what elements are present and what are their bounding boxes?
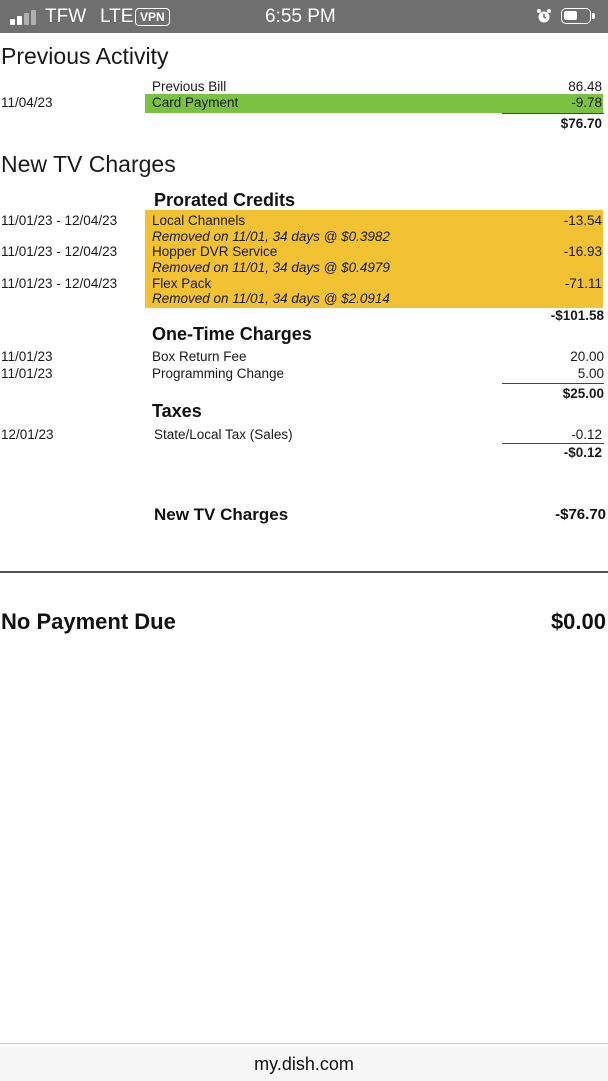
- taxes-heading: Taxes: [152, 401, 202, 421]
- prorated-item-note: Removed on 11/01, 34 days @ $2.0914: [152, 291, 390, 306]
- section-divider: [0, 571, 608, 573]
- prorated-total: -$101.58: [550, 308, 604, 323]
- prorated-item-amount: -16.93: [563, 244, 602, 259]
- prorated-date: 11/01/23 - 12/04/23: [1, 244, 118, 259]
- prorated-item-note: Removed on 11/01, 34 days @ $0.3982: [152, 229, 390, 244]
- one-time-item-amount: 5.00: [577, 366, 604, 381]
- battery-icon: [561, 8, 591, 24]
- taxes-total: -$0.12: [563, 445, 602, 460]
- previous-activity-total: $76.70: [560, 116, 602, 131]
- signal-icon: [10, 9, 40, 25]
- network-type: LTE: [100, 6, 134, 27]
- one-time-item-amount: 20.00: [570, 349, 604, 364]
- browser-url-bar[interactable]: my.dish.com: [0, 1043, 608, 1081]
- clock-time: 6:55 PM: [265, 6, 336, 27]
- prorated-item-note: Removed on 11/01, 34 days @ $0.4979: [152, 260, 390, 275]
- card-payment-amount: -9.78: [571, 95, 602, 110]
- payment-date: 11/04/23: [1, 95, 53, 110]
- prorated-item-amount: -71.11: [564, 276, 602, 291]
- previous-bill-label: Previous Bill: [152, 79, 227, 94]
- tax-item-amount: -0.12: [571, 427, 602, 442]
- new-tv-charges-summary-amount: -$76.70: [555, 506, 606, 523]
- prorated-item-label: Flex Pack: [152, 276, 212, 291]
- prorated-credits-heading: Prorated Credits: [154, 190, 296, 210]
- payment-due-label: No Payment Due: [1, 609, 176, 634]
- payment-due-amount: $0.00: [550, 609, 606, 634]
- vpn-badge: VPN: [135, 8, 170, 26]
- one-time-item-label: Programming Change: [152, 366, 285, 381]
- tax-item-label: State/Local Tax (Sales): [154, 427, 293, 442]
- previous-activity-title: Previous Activity: [1, 43, 169, 69]
- new-tv-charges-summary-label: New TV Charges: [154, 505, 289, 524]
- one-time-date: 11/01/23: [1, 366, 53, 381]
- one-time-total: $25.00: [562, 386, 604, 401]
- subtotal-rule: [502, 383, 604, 384]
- prorated-date: 11/01/23 - 12/04/23: [1, 213, 118, 228]
- battery-tip: [592, 13, 595, 19]
- prorated-item-label: Hopper DVR Service: [152, 244, 278, 259]
- one-time-charges-heading: One-Time Charges: [152, 324, 312, 344]
- status-bar: TFW LTE VPN 6:55 PM: [0, 0, 608, 33]
- subtotal-rule: [502, 113, 604, 114]
- subtotal-rule: [502, 443, 604, 444]
- tax-date: 12/01/23: [1, 427, 54, 442]
- one-time-date: 11/01/23: [1, 349, 53, 364]
- url-text[interactable]: my.dish.com: [0, 1054, 608, 1075]
- alarm-icon: [537, 9, 551, 23]
- carrier-name: TFW: [45, 6, 87, 27]
- new-tv-charges-title: New TV Charges: [1, 151, 176, 177]
- prorated-date: 11/01/23 - 12/04/23: [1, 276, 118, 291]
- one-time-item-label: Box Return Fee: [152, 349, 247, 364]
- prorated-item-amount: -13.54: [563, 213, 602, 228]
- prorated-item-label: Local Channels: [152, 213, 246, 228]
- card-payment-label: Card Payment: [152, 95, 239, 110]
- previous-bill-amount: 86.48: [568, 79, 602, 94]
